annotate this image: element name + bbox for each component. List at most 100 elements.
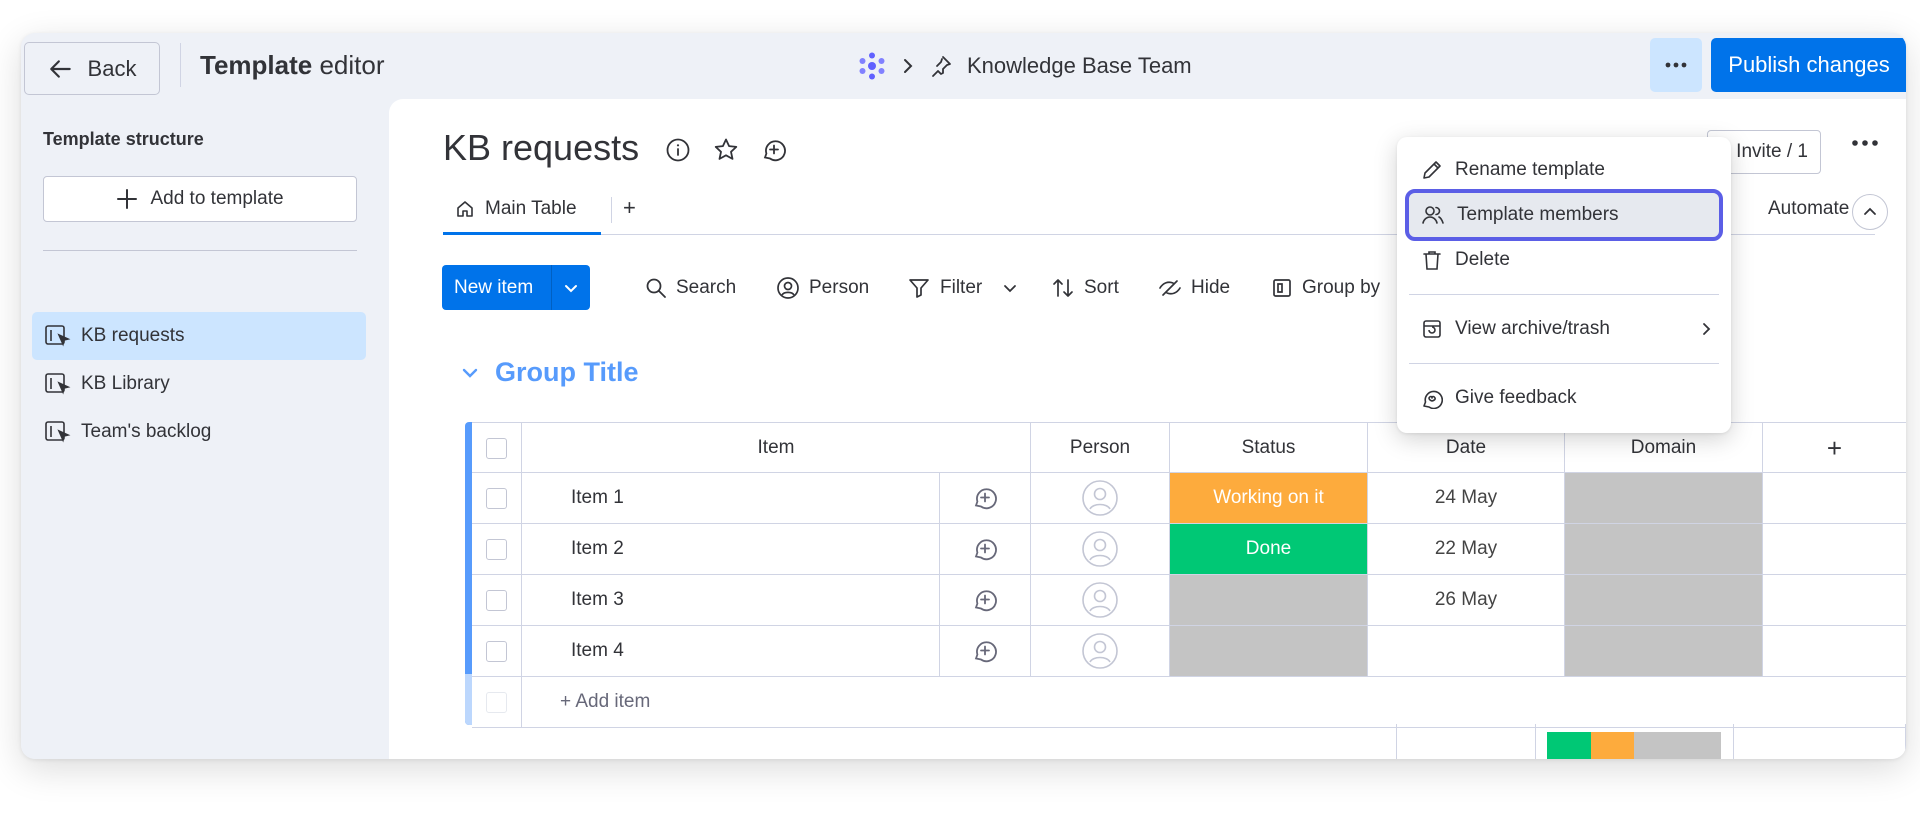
person-filter-button[interactable]: Person	[776, 265, 869, 310]
person-cell[interactable]	[1031, 473, 1170, 523]
row-checkbox[interactable]	[486, 589, 507, 611]
person-icon	[777, 276, 799, 299]
board-more-icon[interactable]	[1851, 139, 1879, 147]
sidebar-title: Template structure	[43, 129, 204, 149]
topbar-divider	[180, 43, 181, 87]
sort-label: Sort	[1084, 276, 1119, 298]
more-options-button[interactable]	[1650, 38, 1702, 92]
back-label: Back	[87, 55, 137, 81]
add-update-icon	[974, 488, 997, 510]
people-icon	[1422, 206, 1444, 224]
sort-button[interactable]: Sort	[1051, 265, 1119, 310]
add-to-template-label: Add to template	[150, 188, 284, 209]
hide-label: Hide	[1191, 276, 1231, 298]
date-cell[interactable]: 26 May	[1368, 575, 1565, 625]
menu-item-give-feedback[interactable]: Give feedback	[1409, 376, 1719, 420]
add-to-template-button[interactable]: Add to template	[43, 176, 357, 222]
sidebar-item-label: Team's backlog	[81, 421, 212, 442]
board-icon	[45, 325, 71, 347]
date-cell[interactable]	[1368, 626, 1565, 676]
group-table: Item Person Status Date Domain + Item 1 …	[465, 422, 1906, 728]
board-title-actions	[665, 137, 787, 163]
group-by-button[interactable]: Group by	[1271, 265, 1380, 310]
back-button[interactable]: Back	[24, 42, 160, 95]
sidebar-item-teams-backlog[interactable]: Team's backlog	[32, 408, 366, 456]
column-header-status[interactable]: Status	[1170, 423, 1368, 473]
plus-icon	[117, 189, 138, 209]
row-select-cell	[472, 677, 522, 727]
new-item-dropdown[interactable]	[551, 265, 590, 310]
feedback-icon	[1423, 390, 1443, 409]
column-header-item[interactable]: Item	[522, 423, 1031, 473]
breadcrumb: Knowledge Base Team	[857, 49, 1192, 83]
breadcrumb-workspace[interactable]: Knowledge Base Team	[967, 53, 1192, 79]
status-cell[interactable]	[1170, 575, 1368, 625]
avatar-placeholder-icon	[1082, 633, 1118, 669]
home-icon	[457, 200, 473, 217]
menu-item-label: Template members	[1457, 204, 1619, 225]
publish-changes-button[interactable]: Publish changes	[1711, 38, 1906, 92]
sidebar-item-kb-requests[interactable]: KB requests	[32, 312, 366, 360]
new-item-button[interactable]: New item	[442, 265, 590, 310]
date-cell[interactable]: 22 May	[1368, 524, 1565, 574]
board-title[interactable]: KB requests	[443, 127, 639, 169]
item-name-cell[interactable]: Item 2	[522, 524, 940, 574]
domain-cell[interactable]	[1565, 575, 1763, 625]
person-cell[interactable]	[1031, 626, 1170, 676]
status-cell[interactable]: Working on it	[1170, 473, 1368, 523]
table-row: Item 2 Done 22 May	[472, 524, 1906, 575]
trash-icon	[1423, 251, 1441, 270]
menu-item-view-archive-trash[interactable]: View archive/trash	[1409, 307, 1719, 351]
row-checkbox[interactable]	[486, 538, 507, 560]
new-item-label: New item	[454, 276, 534, 298]
status-cell[interactable]	[1170, 626, 1368, 676]
sidebar-item-kb-library[interactable]: KB Library	[32, 360, 366, 408]
row-checkbox[interactable]	[486, 640, 507, 662]
table-row: Item 4	[472, 626, 1906, 677]
domain-cell[interactable]	[1565, 524, 1763, 574]
date-cell[interactable]: 24 May	[1368, 473, 1565, 523]
item-name-cell[interactable]: Item 4	[522, 626, 940, 676]
add-update-cell[interactable]	[940, 575, 1031, 625]
menu-item-delete[interactable]: Delete	[1409, 238, 1719, 282]
person-cell[interactable]	[1031, 524, 1170, 574]
row-select-cell	[472, 575, 522, 625]
template-editor-window: Back Template editor Knowledge Base Team…	[21, 33, 1906, 759]
status-cell[interactable]: Done	[1170, 524, 1368, 574]
add-column-button[interactable]: +	[1763, 423, 1906, 473]
row-checkbox[interactable]	[486, 487, 507, 509]
menu-item-rename-template[interactable]: Rename template	[1409, 148, 1719, 192]
add-update-cell[interactable]	[940, 473, 1031, 523]
item-name-cell[interactable]: Item 3	[522, 575, 940, 625]
add-update-cell[interactable]	[940, 524, 1031, 574]
column-header-person[interactable]: Person	[1031, 423, 1170, 473]
avatar-placeholder-icon	[1082, 480, 1118, 516]
item-name-cell[interactable]: Item 1	[522, 473, 940, 523]
chevron-down-icon[interactable]	[461, 367, 479, 379]
automate-button[interactable]: Automate	[1768, 198, 1849, 220]
menu-item-label: Delete	[1455, 249, 1510, 270]
star-icon[interactable]	[713, 137, 739, 163]
chevron-right-icon	[904, 59, 913, 73]
info-icon[interactable]	[665, 137, 691, 163]
group-by-icon	[1273, 278, 1291, 297]
select-all-checkbox[interactable]	[486, 437, 507, 459]
tab-main-table[interactable]: Main Table	[443, 185, 601, 235]
domain-cell[interactable]	[1565, 626, 1763, 676]
domain-cell[interactable]	[1565, 473, 1763, 523]
status-summary-bar[interactable]	[1547, 732, 1721, 759]
hide-button[interactable]: Hide	[1158, 265, 1230, 310]
person-cell[interactable]	[1031, 575, 1170, 625]
menu-item-template-members[interactable]: Template members	[1405, 189, 1723, 241]
filter-button[interactable]: Filter	[907, 265, 1017, 310]
add-update-icon[interactable]	[761, 137, 787, 163]
add-view-button[interactable]: +	[623, 195, 636, 221]
add-update-cell[interactable]	[940, 626, 1031, 676]
chevron-down-icon[interactable]	[1003, 283, 1017, 293]
add-item-input[interactable]: + Add item	[522, 677, 1906, 727]
collapse-header-button[interactable]	[1852, 194, 1888, 230]
person-label: Person	[809, 276, 870, 298]
group-title[interactable]: Group Title	[495, 357, 639, 388]
search-button[interactable]: Search	[645, 265, 736, 310]
group-header: Group Title	[461, 357, 639, 388]
